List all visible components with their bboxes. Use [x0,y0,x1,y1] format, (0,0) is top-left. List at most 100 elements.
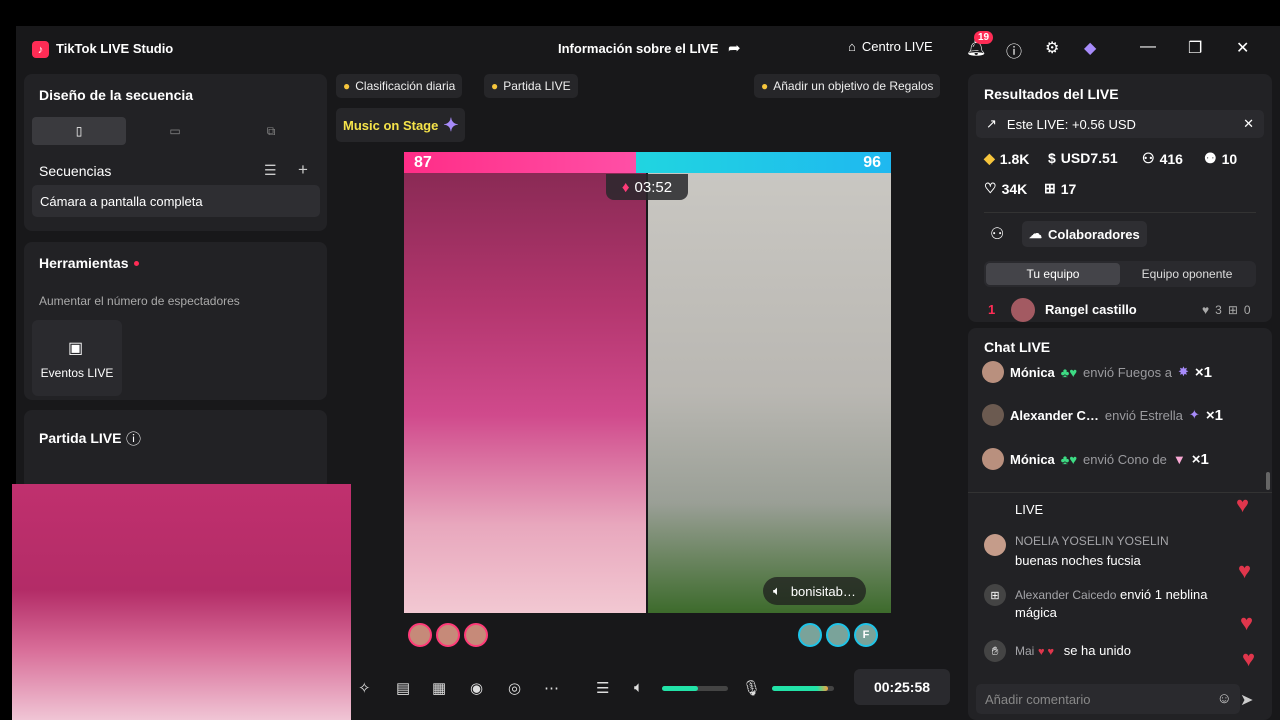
volume-icon[interactable]: 🔈︎ [634,679,643,696]
gift-sender: Mónica [1010,451,1055,467]
magic-effects-icon[interactable]: ✧ [358,679,371,697]
scene-title: Diseño de la secuencia [39,87,194,103]
avatar[interactable]: F [854,623,878,647]
heart-icon: ♥ [1236,492,1250,517]
help-icon[interactable]: ⓘ [1006,38,1022,62]
avatar[interactable]: ◆ [1084,38,1096,58]
battle-timer: ♦ 03:52 [606,174,688,200]
gift-count: ×1 [1194,363,1212,381]
chat-message: NOELIA YOSELIN YOSELIN buenas noches fuc… [984,534,1234,568]
volume-slider[interactable] [662,686,728,691]
earnings-row[interactable]: ↗ Este LIVE: +0.56 USD ✕ [976,110,1264,138]
avatar[interactable] [798,623,822,647]
sliders-icon[interactable]: ☰ [596,679,609,697]
minimize-icon[interactable]: — [1140,38,1156,56]
maximize-icon[interactable]: ❐ [1188,38,1202,58]
ice-cream-icon: ▼ [1172,451,1186,467]
gift-sender: Mónica [1010,364,1055,380]
daily-ranking-button[interactable]: ● Clasificación diaria [336,74,463,98]
avatar[interactable] [1011,298,1035,322]
screenshot-icon[interactable]: ◎ [508,679,521,697]
tools-panel: Herramientas Aumentar el número de espec… [24,242,327,400]
music-stage-icon: ✦ [443,114,459,135]
collaborators-label: Colaboradores [1048,226,1140,242]
avatar[interactable] [408,623,432,647]
chat-username: NOELIA YOSELIN YOSELIN [1015,534,1169,548]
sequence-item[interactable]: Cámara a pantalla completa [32,185,320,217]
new-followers-value: 10 [1221,150,1238,167]
avatar[interactable] [464,623,488,647]
tab-opponent-team[interactable]: Equipo oponente [1120,263,1254,285]
more-icon[interactable]: ⋯ [544,679,559,697]
avatar[interactable] [982,361,1004,383]
avatar[interactable] [826,623,850,647]
close-icon[interactable]: ✕ [1236,38,1249,58]
add-icon[interactable]: + [298,160,308,180]
chat-username: Mai [1015,644,1035,658]
mic-level[interactable] [772,686,834,691]
star-gift-icon: ✦ [1188,407,1200,422]
centro-live-button[interactable]: ⌂ Centro LIVE [848,39,933,54]
multi-layout-tab[interactable]: ⧉ [224,117,318,145]
avatar[interactable] [982,448,1004,470]
music-on-stage-button[interactable]: Music on Stage ✦ [336,108,466,142]
live-events-button[interactable]: ▣ Eventos LIVE [32,320,122,396]
portrait-layout-tab[interactable]: ▯ [32,117,126,145]
live-match-panel: Partida LIVE ⓘ [24,410,327,490]
daily-ranking-label: Clasificación diaria [355,79,456,93]
top-hearts: 3 [1215,303,1222,317]
captions-icon[interactable]: ▦ [432,679,446,697]
avatar[interactable] [436,623,460,647]
viewers-stat: ⚇ 416 [1142,150,1183,167]
add-user-icon: ⚉ [1204,150,1217,166]
match-title: Partida LIVE [39,430,122,446]
collab-user-icon[interactable]: ⚇ [990,224,1004,244]
avatar[interactable] [982,404,1004,426]
live-info-title[interactable]: Información sobre el LIVE [558,41,718,56]
tab-your-team[interactable]: Tu equipo [986,263,1120,285]
gift-text: envió Estrella [1104,407,1183,423]
divider [968,492,1272,493]
close-icon[interactable]: ✕ [1243,116,1254,132]
likes-stat: ♡ 34K [984,180,1027,197]
settings-icon[interactable]: ⚙ [1045,38,1059,58]
host-supporters [408,623,488,647]
notification-badge: 19 [974,31,994,44]
chat-panel [968,328,1272,720]
top-gifts: 0 [1243,303,1251,317]
heart-icon: ♡ [984,180,997,196]
help-icon[interactable]: ⓘ [126,428,141,449]
chat-scrollbar[interactable] [1266,472,1270,490]
comment-input[interactable]: Añadir comentario ☺ [976,684,1240,714]
collaborators-button[interactable]: ☁ Colaboradores [1022,221,1147,247]
gift-icon: ⊞ [1227,303,1238,317]
live-match-button[interactable]: ● Partida LIVE [484,74,578,98]
app-window: ♪ TikTok LIVE Studio Información sobre e… [12,26,1280,720]
gift-message: Mónica ♣♥ envió Cono de ▼ ×1 [982,446,1209,472]
fireworks-icon: ✸ [1177,364,1189,379]
home-icon: ⌂ [848,39,856,54]
tools-desc: Aumentar el número de espectadores [39,294,240,308]
list-icon[interactable]: ☰ [264,162,277,179]
comment-icon[interactable]: ▤ [396,679,410,697]
landscape-layout-tab[interactable]: ▭ [128,117,222,145]
send-icon[interactable]: ➤ [1240,690,1253,710]
battle-icon: ♦ [621,178,630,196]
team-segment: Tu equipo Equipo oponente [984,261,1256,287]
record-icon[interactable]: ◉ [470,679,483,697]
live-match-label: Partida LIVE [503,79,571,93]
share-icon[interactable]: ➦ [728,39,741,57]
microphone-icon[interactable]: 🎙︎ [742,679,761,697]
viewers-value: 416 [1159,150,1183,167]
emoji-icon[interactable]: ☺ [1217,690,1232,707]
gifters-stat: ⊞ 17 [1044,180,1076,197]
chat-text: buenas noches fucsia [1015,553,1141,568]
music-on-stage-label: Music on Stage [343,117,439,133]
diamond-icon: ◆ [984,150,995,166]
dollar-icon: $ [1048,150,1056,166]
heart-icon: ♥ [1238,558,1252,583]
gift-goal-button[interactable]: ● Añadir un objetivo de Regalos [754,74,941,98]
opponent-tag[interactable]: 🔈︎ bonisitab… [763,577,866,605]
diamonds-stat: ◆ 1.8K [984,150,1029,167]
usd-value: USD7.51 [1060,150,1118,166]
